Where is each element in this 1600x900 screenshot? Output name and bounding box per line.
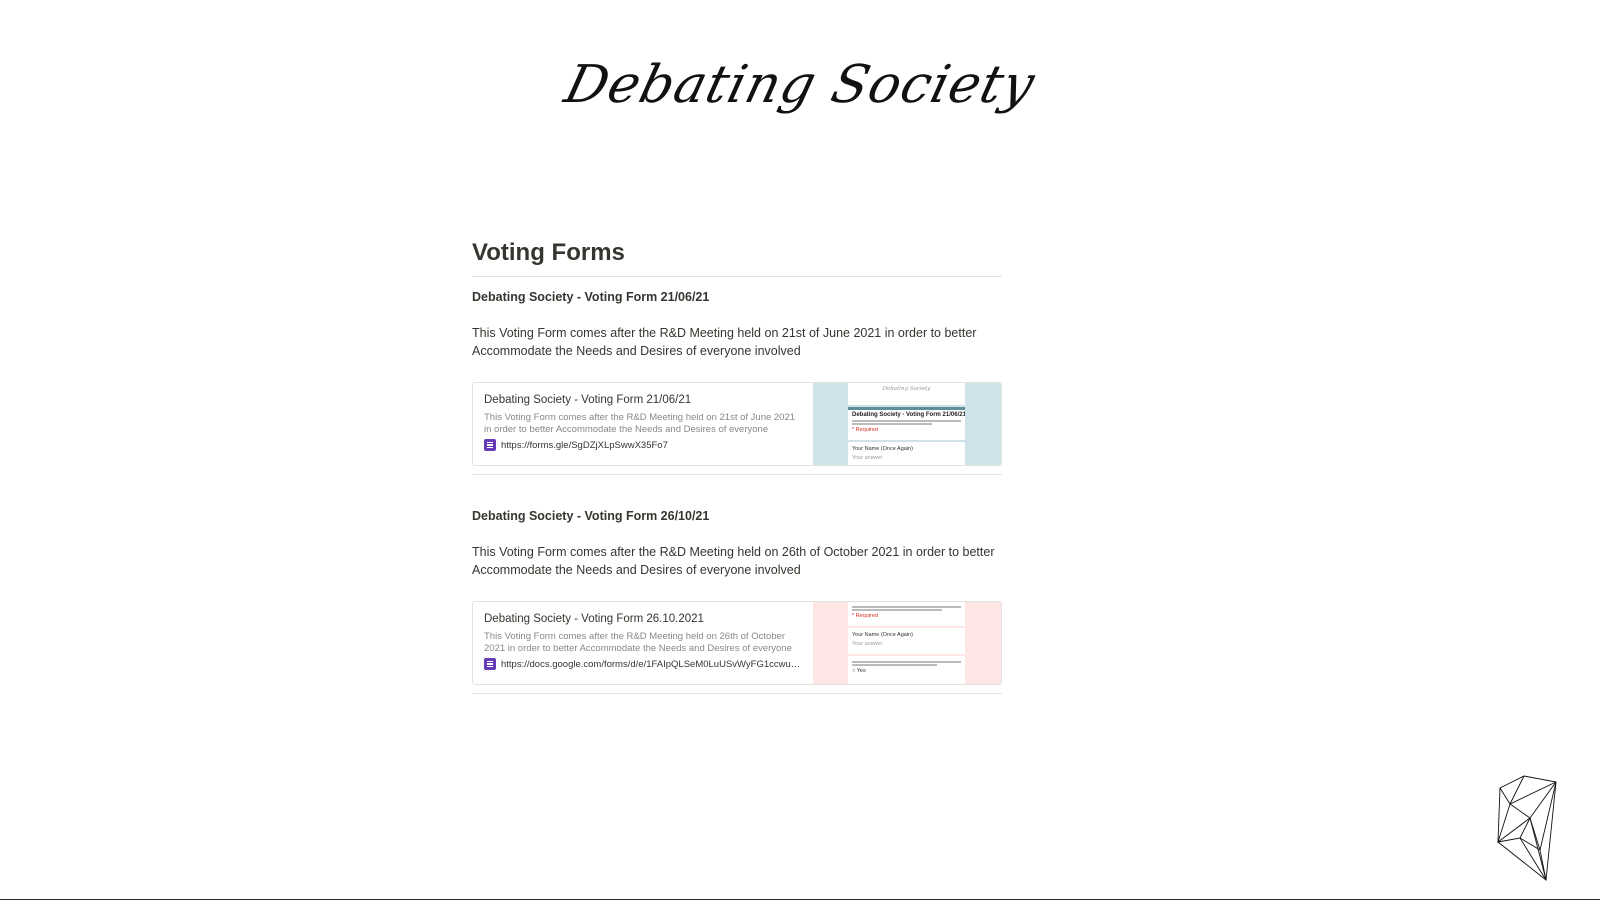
thumbnail-form-card: Debating Society - Voting Form 21/06/21 … <box>848 410 965 440</box>
bookmark-url[interactable]: https://docs.google.com/forms/d/e/1FAIpQ… <box>501 659 803 670</box>
bookmark-url-row: https://docs.google.com/forms/d/e/1FAIpQ… <box>484 658 803 670</box>
bookmark-description: This Voting Form comes after the R&D Mee… <box>484 631 792 654</box>
thumbnail-question: Your Name (Once Again) <box>852 632 913 638</box>
thumbnail-line <box>852 606 961 608</box>
google-forms-icon <box>484 439 496 451</box>
bookmark-thumbnail: * Required Your Name (Once Again) Your a… <box>813 602 1001 684</box>
thumbnail-line <box>852 609 942 611</box>
thumbnail-logo: Debating Society <box>882 386 931 392</box>
bookmark-url-row: https://forms.gle/SgDZjXLpSwwX35Fo7 <box>484 439 803 451</box>
thumbnail-option-label: Yes <box>856 668 866 674</box>
thumbnail-required: * Required <box>852 427 878 433</box>
site-logo[interactable]: Debating Society <box>0 55 1600 115</box>
entry-description: This Voting Form comes after the R&D Mee… <box>472 545 995 577</box>
entry-heading: Debating Society - Voting Form 21/06/21 <box>472 290 710 304</box>
google-forms-icon <box>484 658 496 670</box>
thumbnail-answer: Your answer <box>852 455 883 461</box>
bookmark-url[interactable]: https://forms.gle/SgDZjXLpSwwX35Fo7 <box>501 440 668 451</box>
thumbnail-line <box>852 420 961 422</box>
bookmark-title: Debating Society - Voting Form 26.10.202… <box>484 613 704 625</box>
thumbnail-form-card: * Required <box>848 602 965 626</box>
crystal-logo-icon <box>1497 775 1557 881</box>
divider <box>472 693 1002 694</box>
bookmark-thumbnail: Debating Society Debating Society - Voti… <box>813 383 1001 465</box>
thumbnail-line <box>852 664 937 666</box>
bookmark-title: Debating Society - Voting Form 21/06/21 <box>484 394 692 406</box>
bookmark-text: Debating Society - Voting Form 26.10.202… <box>473 602 813 684</box>
thumbnail-header: Debating Society <box>848 383 965 405</box>
entry-heading: Debating Society - Voting Form 26/10/21 <box>472 509 710 523</box>
thumbnail-line <box>852 661 961 663</box>
bookmark-card[interactable]: Debating Society - Voting Form 26.10.202… <box>472 601 1002 685</box>
thumbnail-question-card: ○ Yes <box>848 656 965 684</box>
thumbnail-answer: Your answer <box>852 641 883 647</box>
page-title: Voting Forms <box>472 239 625 266</box>
entry-description: This Voting Form comes after the R&D Mee… <box>472 326 977 358</box>
divider <box>472 276 1002 277</box>
thumbnail-heading: Debating Society - Voting Form 21/06/21 <box>852 412 965 418</box>
thumbnail-question: Your Name (Once Again) <box>852 446 913 452</box>
thumbnail-question-card: Your Name (Once Again) Your answer <box>848 442 965 465</box>
thumbnail-option: ○ Yes <box>852 668 866 674</box>
bookmark-card[interactable]: Debating Society - Voting Form 21/06/21 … <box>472 382 1002 466</box>
thumbnail-line <box>852 423 932 425</box>
bookmark-description: This Voting Form comes after the R&D Mee… <box>484 412 796 435</box>
bookmark-text: Debating Society - Voting Form 21/06/21 … <box>473 383 813 465</box>
divider <box>472 474 1002 475</box>
page-content: Voting Forms Debating Society - Voting F… <box>472 238 1002 694</box>
thumbnail-question-card: Your Name (Once Again) Your answer <box>848 628 965 654</box>
thumbnail-required: * Required <box>852 613 878 619</box>
